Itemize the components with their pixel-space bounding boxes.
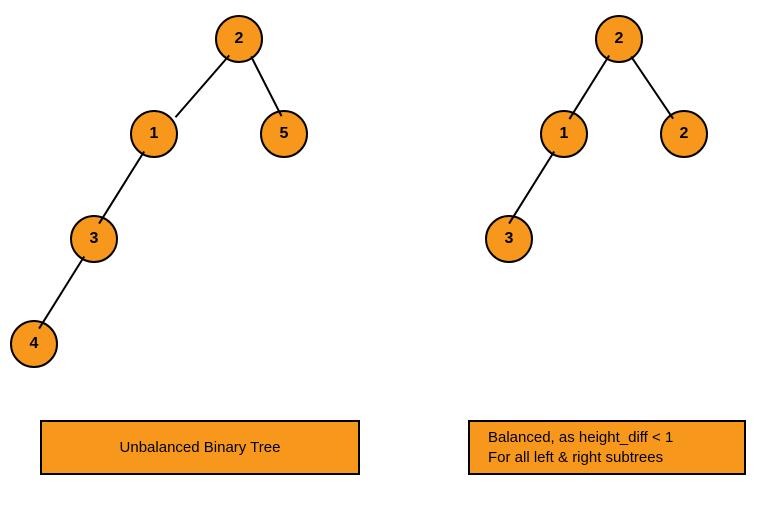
node-label: 3 [90,230,99,248]
edge [508,151,555,224]
right-tree-left: 1 [540,110,588,158]
node-label: 2 [680,125,689,143]
node-label: 5 [280,125,289,143]
edge [569,55,610,120]
node-label: 2 [235,30,244,48]
caption-text: Unbalanced Binary Tree [120,438,281,458]
left-tree-right: 5 [260,110,308,158]
edge [630,56,674,119]
right-tree-root: 2 [595,15,643,63]
left-tree-left: 1 [130,110,178,158]
node-label: 3 [505,230,514,248]
left-tree-root: 2 [215,15,263,63]
edge [98,151,145,224]
caption-text: Balanced, as height_diff < 1 For all lef… [488,428,673,467]
edge [175,55,230,118]
left-tree-caption: Unbalanced Binary Tree [40,420,360,475]
right-tree-caption: Balanced, as height_diff < 1 For all lef… [468,420,746,475]
node-label: 1 [560,125,569,143]
diagram-canvas: 2 1 5 3 4 Unbalanced Binary Tree 2 1 2 3… [0,0,768,521]
right-tree-right: 2 [660,110,708,158]
node-label: 2 [615,30,624,48]
node-label: 1 [150,125,159,143]
edge [38,256,85,329]
left-tree-left-left-left: 4 [10,320,58,368]
edge [250,56,282,117]
node-label: 4 [30,335,39,353]
left-tree-left-left: 3 [70,215,118,263]
